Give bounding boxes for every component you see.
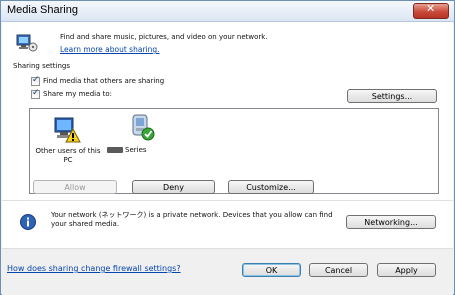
networking-button[interactable]: Networking... <box>346 215 436 229</box>
find-media-checkbox[interactable] <box>31 75 40 86</box>
ok-button[interactable]: OK <box>242 263 301 277</box>
learn-more-link[interactable]: Learn more about sharing. <box>60 45 160 54</box>
device-label: Other users of this PC <box>35 147 101 164</box>
share-media-checkbox[interactable] <box>31 88 40 99</box>
firewall-help-link[interactable]: How does sharing change firewall setting… <box>7 264 181 273</box>
redacted-model-name <box>107 147 123 153</box>
sharing-settings-label: Sharing settings <box>13 62 71 70</box>
allow-button[interactable]: Allow <box>33 180 117 194</box>
close-button[interactable]: ✕ <box>413 2 449 19</box>
settings-button[interactable]: Settings... <box>347 89 437 103</box>
deny-button[interactable]: Deny <box>132 180 215 194</box>
close-icon: ✕ <box>426 2 436 15</box>
device-series[interactable]: Series <box>103 113 183 173</box>
computer-warning-icon <box>54 117 81 143</box>
dialog-footer: How does sharing change firewall setting… <box>2 248 453 295</box>
media-device-allowed-icon <box>132 114 155 141</box>
media-sharing-dialog: Media Sharing ✕ Find and share music, pi… <box>0 0 455 295</box>
cancel-button[interactable]: Cancel <box>309 263 368 277</box>
find-media-label: Find media that others are sharing <box>43 77 165 85</box>
share-media-label: Share my media to: <box>43 90 113 98</box>
header-description: Find and share music, pictures, and vide… <box>60 33 268 41</box>
apply-button[interactable]: Apply <box>377 263 436 277</box>
device-other-users[interactable]: Other users of this PC <box>34 113 102 173</box>
divider <box>2 200 453 201</box>
media-sharing-icon <box>16 34 38 52</box>
window-title: Media Sharing <box>7 4 78 16</box>
device-label: Series <box>125 146 147 154</box>
title-bar: Media Sharing ✕ <box>1 1 454 22</box>
dialog-content: Find and share music, pictures, and vide… <box>2 22 453 295</box>
info-icon <box>20 214 36 230</box>
network-info-text: Your network (ネットワーク) is a private netwo… <box>51 211 333 228</box>
customize-button[interactable]: Customize... <box>228 180 314 194</box>
